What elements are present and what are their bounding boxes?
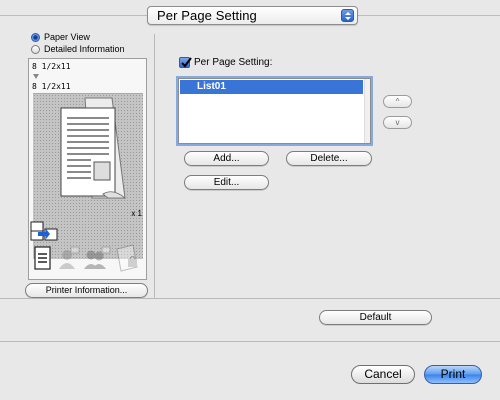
paper-view-label: Paper View [44,32,90,42]
move-down-button[interactable]: v [383,116,412,129]
cancel-button[interactable]: Cancel [351,365,415,384]
popup-label: Per Page Setting [157,8,257,23]
per-page-setting-checkbox[interactable] [179,57,192,68]
add-button[interactable]: Add... [184,151,269,166]
per-page-setting-list[interactable]: List01 [178,78,371,144]
printer-information-button[interactable]: Printer Information... [25,283,148,298]
default-button[interactable]: Default [319,310,432,325]
detailed-information-label: Detailed Information [44,44,125,54]
edit-button[interactable]: Edit... [184,175,269,190]
print-transfer-icon [30,221,58,241]
user-icon [59,246,80,269]
popup-arrows-icon [341,9,354,22]
list-item[interactable]: List01 [180,80,363,94]
move-up-button[interactable]: ^ [383,95,412,108]
chevron-up-icon: ^ [395,97,400,106]
group-icon [84,246,111,269]
top-divider-right [358,15,500,16]
top-divider-left [0,15,147,16]
input-paper-size: 8 1/2x11 [32,62,71,71]
paper-view-radio[interactable] [31,32,40,42]
paper-preview: 8 1/2x11 8 1/2x11 x 1 [28,58,147,280]
print-button[interactable]: Print [424,365,482,384]
bottom-divider-top [0,298,500,299]
document-icon [34,246,51,270]
detailed-information-radio[interactable] [31,44,40,54]
status-icons [29,219,148,279]
chevron-down-icon: v [395,118,400,127]
bottom-divider [0,341,500,342]
list-scrollbar[interactable] [364,79,370,143]
output-paper-size: 8 1/2x11 [32,82,71,91]
panel-divider [154,34,155,298]
delete-button[interactable]: Delete... [286,151,372,166]
paper-view-option[interactable]: Paper View [31,31,90,43]
detailed-information-option[interactable]: Detailed Information [31,43,125,55]
down-arrow-icon [33,74,39,79]
settings-category-popup[interactable]: Per Page Setting [147,6,358,25]
per-page-setting-label: Per Page Setting: [194,57,273,68]
copies-count: x 1 [131,209,142,218]
lock-document-icon [116,244,138,272]
